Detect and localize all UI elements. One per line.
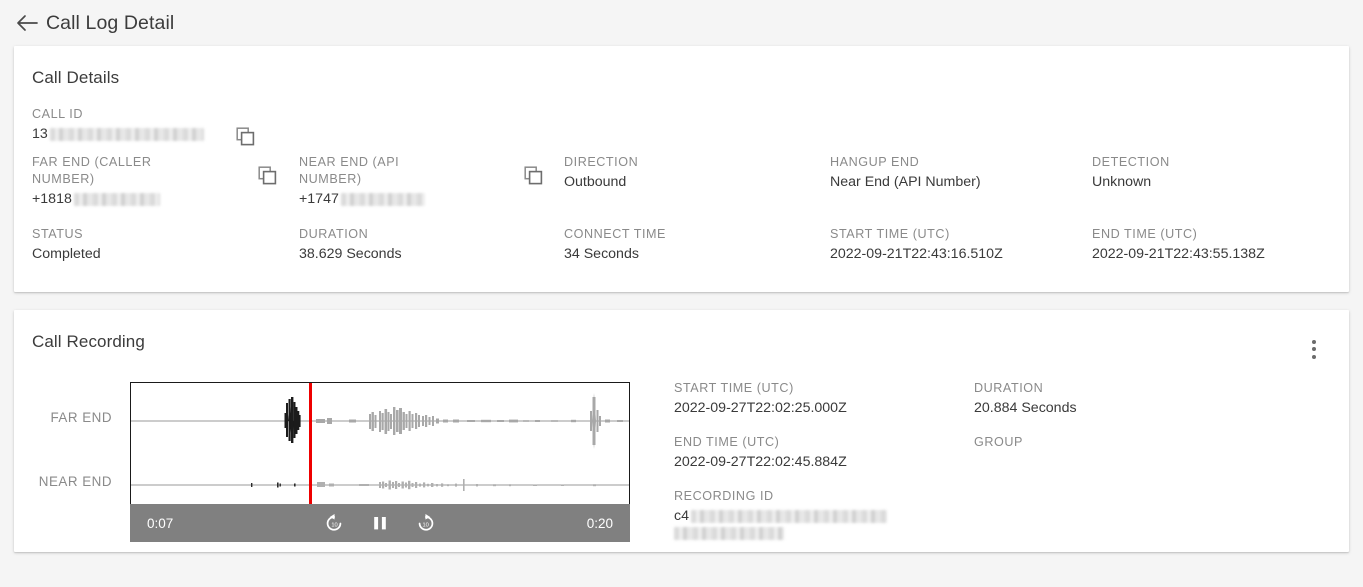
redacted-block bbox=[690, 509, 887, 523]
copy-far-end-button[interactable] bbox=[258, 166, 278, 186]
recording-meta-column-left: START TIME (UTC) 2022-09-27T22:02:25.000… bbox=[674, 380, 964, 556]
field-value: 2022-09-21T22:43:16.510Z bbox=[830, 246, 1003, 262]
call-recording-body: FAR END NEAR END 0:07 10 10 0:20 START T… bbox=[14, 352, 1349, 552]
field-value: 38.629 Seconds bbox=[299, 246, 402, 262]
field-value-overflow bbox=[674, 527, 964, 540]
field-label: NEAR END (API NUMBER) bbox=[299, 155, 400, 186]
field-recording-group: GROUP bbox=[974, 434, 1224, 452]
redacted-block bbox=[674, 527, 784, 540]
field-value-text: +1747 bbox=[299, 191, 339, 207]
field-value-text: +1818 bbox=[32, 191, 72, 207]
field-label: START TIME (UTC) bbox=[674, 381, 794, 395]
field-duration: DURATION 38.629 Seconds bbox=[299, 226, 418, 264]
field-label: GROUP bbox=[974, 435, 1023, 449]
field-label: FAR END (CALLER NUMBER) bbox=[32, 155, 152, 186]
redacted-block bbox=[49, 127, 204, 141]
forward-10-icon[interactable]: 10 bbox=[414, 511, 438, 535]
channel-label-near-end: NEAR END bbox=[38, 474, 112, 489]
audio-player: 0:07 10 10 0:20 bbox=[130, 382, 630, 542]
field-value: 2022-09-27T22:02:45.884Z bbox=[674, 454, 847, 470]
field-label: CONNECT TIME bbox=[564, 227, 666, 241]
field-value: 13 bbox=[32, 124, 204, 144]
total-time: 0:20 bbox=[586, 515, 613, 531]
field-label: RECORDING ID bbox=[674, 489, 774, 503]
copy-near-end-button[interactable] bbox=[524, 166, 544, 186]
field-label: CALL ID bbox=[32, 107, 83, 121]
field-connect-time: CONNECT TIME 34 Seconds bbox=[564, 226, 682, 264]
field-call-id: CALL ID 13 bbox=[32, 106, 220, 144]
field-recording-id: RECORDING ID c4 bbox=[674, 488, 964, 540]
field-far-end: FAR END (CALLER NUMBER) +1818 bbox=[32, 154, 198, 209]
kebab-dot bbox=[1312, 339, 1316, 344]
field-status: STATUS Completed bbox=[32, 226, 117, 264]
call-details-row-2: FAR END (CALLER NUMBER) +1818 NEAR END (… bbox=[32, 154, 1331, 226]
field-label: END TIME (UTC) bbox=[1092, 227, 1198, 241]
pause-icon[interactable] bbox=[368, 511, 392, 535]
field-value-text: 13 bbox=[32, 126, 48, 142]
channel-label-far-end: FAR END bbox=[50, 410, 112, 425]
field-label: DURATION bbox=[299, 227, 369, 241]
field-label: START TIME (UTC) bbox=[830, 227, 950, 241]
redacted-block bbox=[73, 192, 160, 206]
call-recording-title: Call Recording bbox=[32, 332, 145, 351]
field-label: DURATION bbox=[974, 381, 1044, 395]
field-label: END TIME (UTC) bbox=[674, 435, 780, 449]
call-details-card: Call Details CALL ID 13 FAR END (CALLER … bbox=[14, 46, 1349, 292]
svg-text:10: 10 bbox=[422, 523, 428, 529]
field-end-time: END TIME (UTC) 2022-09-21T22:43:55.138Z bbox=[1092, 226, 1281, 264]
transport-controls: 10 10 bbox=[130, 511, 630, 535]
field-label: HANGUP END bbox=[830, 155, 920, 169]
back-arrow-icon[interactable] bbox=[14, 10, 40, 36]
field-hangup-end: HANGUP END Near End (API Number) bbox=[830, 154, 997, 192]
field-value: 2022-09-27T22:02:25.000Z bbox=[674, 400, 847, 416]
field-value: 34 Seconds bbox=[564, 246, 639, 262]
field-value: c4 bbox=[674, 506, 964, 526]
field-label: DETECTION bbox=[1092, 155, 1170, 169]
field-value: 2022-09-21T22:43:55.138Z bbox=[1092, 246, 1265, 262]
kebab-dot bbox=[1312, 347, 1316, 351]
call-recording-card: Call Recording FAR END NEAR END 0:07 10 … bbox=[14, 310, 1349, 552]
waveform-canvas[interactable] bbox=[130, 382, 630, 504]
field-start-time: START TIME (UTC) 2022-09-21T22:43:16.510… bbox=[830, 226, 1019, 264]
page-title: Call Log Detail bbox=[46, 11, 175, 34]
field-recording-duration: DURATION 20.884 Seconds bbox=[974, 380, 1224, 418]
call-details-row-1: CALL ID 13 bbox=[32, 106, 1331, 154]
field-near-end: NEAR END (API NUMBER) +1747 bbox=[299, 154, 465, 209]
field-value: 20.884 Seconds bbox=[974, 400, 1077, 416]
copy-call-id-button[interactable] bbox=[236, 127, 256, 147]
redacted-block bbox=[340, 192, 425, 206]
field-value: Near End (API Number) bbox=[830, 174, 981, 190]
field-value-text: c4 bbox=[674, 508, 689, 524]
field-recording-end-time: END TIME (UTC) 2022-09-27T22:02:45.884Z bbox=[674, 434, 964, 472]
field-recording-start-time: START TIME (UTC) 2022-09-27T22:02:25.000… bbox=[674, 380, 964, 418]
call-details-title: Call Details bbox=[32, 68, 120, 87]
player-controls-bar: 0:07 10 10 0:20 bbox=[130, 504, 630, 542]
field-direction: DIRECTION Outbound bbox=[564, 154, 654, 192]
field-label: DIRECTION bbox=[564, 155, 639, 169]
field-value: Outbound bbox=[564, 174, 627, 190]
call-details-body: CALL ID 13 FAR END (CALLER NUMBER) +1818 bbox=[14, 88, 1349, 292]
field-value: +1818 bbox=[32, 189, 182, 209]
page-header: Call Log Detail bbox=[0, 0, 1363, 46]
field-value: Unknown bbox=[1092, 174, 1152, 190]
recording-meta-column-right: DURATION 20.884 Seconds GROUP bbox=[974, 380, 1224, 468]
replay-10-icon[interactable]: 10 bbox=[322, 511, 346, 535]
field-value: +1747 bbox=[299, 189, 449, 209]
field-value: Completed bbox=[32, 246, 101, 262]
call-details-row-3: STATUS Completed DURATION 38.629 Seconds… bbox=[32, 226, 1331, 270]
field-detection: DETECTION Unknown bbox=[1092, 154, 1186, 192]
field-label: STATUS bbox=[32, 227, 84, 241]
svg-text:10: 10 bbox=[331, 523, 337, 529]
playhead[interactable] bbox=[309, 383, 312, 504]
